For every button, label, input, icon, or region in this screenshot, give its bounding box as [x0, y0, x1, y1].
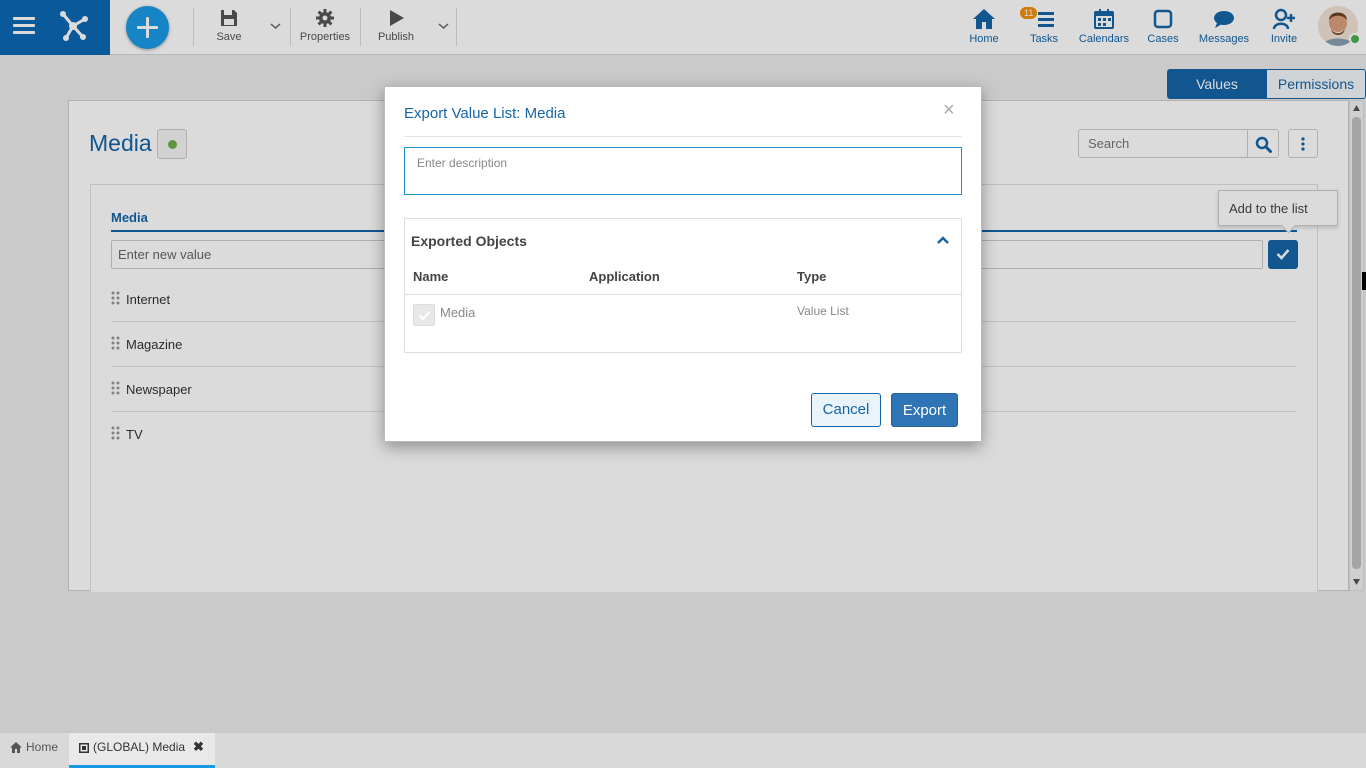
row-checkbox[interactable]	[413, 304, 435, 326]
tab-home-label: Home	[26, 740, 59, 754]
row-type: Value List	[797, 304, 849, 318]
export-button[interactable]: Export	[891, 393, 958, 427]
row-name: Media	[440, 305, 476, 320]
column-header-name: Name	[413, 269, 449, 284]
cancel-button[interactable]: Cancel	[811, 393, 881, 427]
dialog-title: Export Value List: Media	[404, 105, 566, 122]
value-list-icon	[79, 743, 89, 753]
exported-objects-title: Exported Objects	[411, 233, 527, 249]
mouse-cursor	[1362, 272, 1366, 290]
home-icon	[10, 742, 22, 753]
exported-objects-section: Exported Objects Name Application Type M…	[404, 218, 962, 353]
tab-global-media[interactable]: (GLOBAL) Media ✖	[69, 733, 215, 768]
export-dialog: Export Value List: Media × Enter descrip…	[384, 86, 982, 442]
column-header-type: Type	[797, 269, 827, 284]
dialog-divider	[404, 136, 962, 137]
tab-home[interactable]: Home	[0, 733, 68, 768]
checkmark-icon	[418, 310, 431, 321]
tab-global-media-label: (GLOBAL) Media	[93, 740, 186, 754]
bottom-tab-bar: Home (GLOBAL) Media ✖	[0, 732, 1366, 768]
description-input[interactable]: Enter description	[404, 147, 962, 195]
table-header-divider	[405, 294, 961, 295]
close-tab-icon[interactable]: ✖	[193, 739, 204, 754]
column-header-application: Application	[589, 269, 660, 284]
chevron-up-icon[interactable]	[936, 235, 950, 245]
close-icon[interactable]: ×	[943, 100, 955, 120]
